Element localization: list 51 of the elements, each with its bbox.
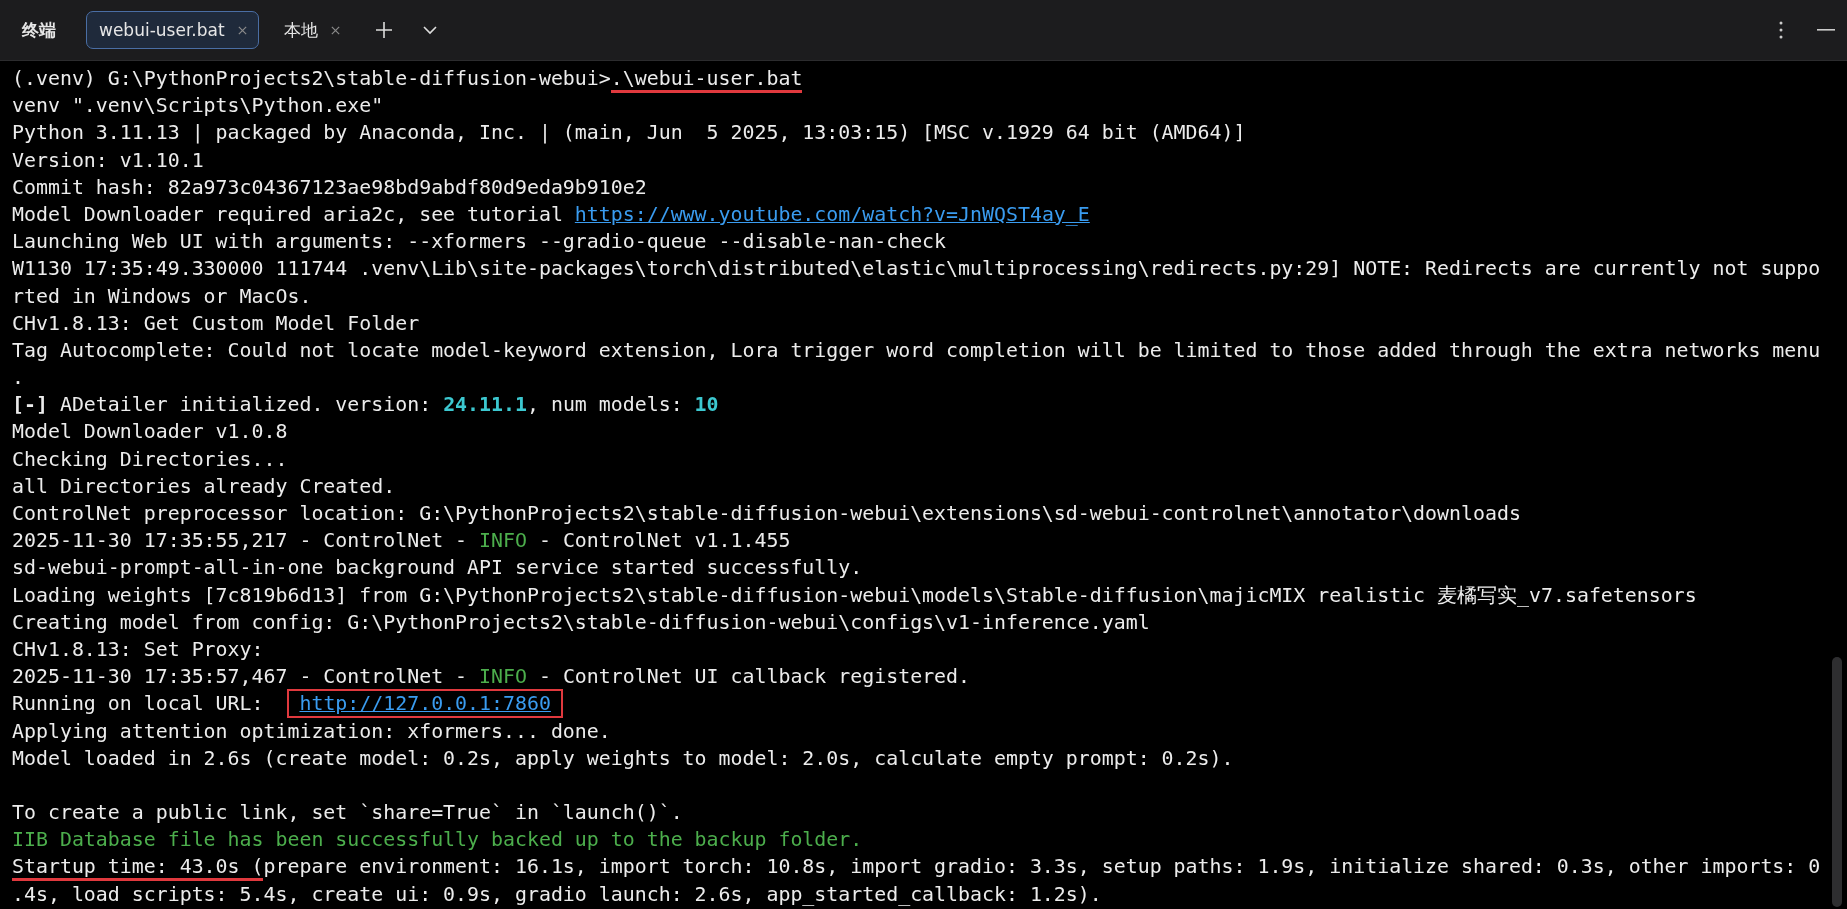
- output-text: (.venv) G:\PythonProjects2\stable-diffusion-webui>: [12, 67, 611, 90]
- output-text: - ControlNet UI callback registered.: [537, 665, 971, 689]
- output-text: CHv1.8.13: Set Proxy:: [12, 637, 264, 661]
- output-text: 10: [694, 393, 719, 417]
- close-icon[interactable]: [236, 24, 248, 36]
- output-text: CHv1.8.13: Get Custom Model Folder: [12, 311, 420, 335]
- output-text: Loading weights [7c819b6d13] from G:\PythonProjects2\stable-diffusion-webui\models\Stable-diffusion\majicMIX realistic 麦橘写实_v7.safetensors: [12, 583, 1697, 607]
- output-text: prepare environment: 16.1s, import torch: 10.8s, import gradio: 3.3s, setup paths: 1.9s, initialize shared: 0.3s, other imports: 0: [263, 855, 1821, 879]
- output-text: .\webui-user.bat: [610, 67, 803, 93]
- output-text: INFO: [479, 665, 527, 689]
- output-text: Launching Web UI with arguments: --xformers --gradio-queue --disable-nan-check: [12, 230, 947, 254]
- output-text: 2025-11-30 17:35:57,467 - ControlNet -: [12, 665, 469, 689]
- output-text: ADetailer initialized. version:: [58, 393, 433, 417]
- output-text: Tag Autocomplete: Could not locate model-keyword extension, Lora trigger word completion will be limited to those added through the extra networks menu: [12, 338, 1821, 362]
- output-text: venv ".venv\Scripts\Python.exe": [12, 94, 384, 118]
- plus-icon[interactable]: [373, 20, 394, 40]
- output-text: .: [12, 366, 24, 390]
- scrollbar-thumb[interactable]: [1832, 657, 1842, 907]
- output-text: ControlNet preprocessor location: G:\PythonProjects2\stable-diffusion-webui\extensions\sd-webui-controlnet\annotator\downloads: [12, 502, 1521, 525]
- output-text: To create a public link, set `share=True` in `launch()`.: [12, 801, 683, 825]
- output-text: Running on local URL:: [12, 692, 265, 716]
- terminal-tab[interactable]: 本地: [270, 11, 352, 49]
- more-options-icon[interactable]: [1779, 21, 1783, 39]
- output-text: Python 3.11.13 | packaged by Anaconda, Inc. | (main, Jun 5 2025, 13:03:15) [MSC v.1929 64 bit (AMD64)]: [12, 121, 1246, 145]
- output-text: - ControlNet v1.1.455: [537, 529, 791, 553]
- output-text: [-]: [12, 393, 48, 417]
- output-text: Creating model from config: G:\PythonProjects2\stable-diffusion-webui\configs\v1-inference.yaml: [12, 610, 1150, 634]
- output-text: Commit hash: 82a973c04367123ae98bd9abdf80d9eda9b910e2: [12, 175, 647, 199]
- url-link[interactable]: https://www.youtube.com/watch?v=JnWQST4ay_E: [574, 202, 1090, 226]
- output-text: IIB Database file has been successfully backed up to the backup folder.: [12, 828, 863, 852]
- output-text: rted in Windows or MacOs.: [12, 284, 312, 308]
- url-link[interactable]: http://127.0.0.1:7860: [299, 692, 551, 716]
- output-text: sd-webui-prompt-all-in-one background API service started successfully.: [12, 556, 863, 580]
- chevron-down-icon[interactable]: [421, 25, 438, 35]
- output-text: Startup time: 43.0s (: [12, 855, 264, 882]
- output-text: 24.11.1: [443, 393, 527, 417]
- terminal-tab[interactable]: webui-user.bat: [86, 11, 259, 49]
- output-text: , num models:: [526, 393, 684, 417]
- output-text: Version: v1.10.1: [12, 148, 204, 172]
- output-text: W1130 17:35:49.330000 111744 .venv\Lib\site-packages\torch\distributed\elastic\multiprocessing\redirects.py:29] NOTE: Redirects are currently not suppo: [12, 257, 1821, 281]
- output-text: Model Downloader required aria2c, see tutorial: [12, 202, 564, 226]
- output-text: all Directories already Created.: [12, 474, 396, 498]
- output-text: INFO: [479, 529, 527, 553]
- close-icon[interactable]: [329, 24, 341, 36]
- output-text: 2025-11-30 17:35:55,217 - ControlNet -: [12, 529, 469, 553]
- output-text: Applying attention optimization: xformers... done.: [12, 719, 611, 743]
- output-text: Checking Directories...: [12, 447, 288, 471]
- output-text: Model Downloader v1.0.8: [12, 420, 288, 444]
- output-text: Model loaded in 2.6s (create model: 0.2s, apply weights to model: 2.0s, calculate empty prompt: 0.2s).: [12, 746, 1234, 770]
- window-title: 终端: [22, 18, 56, 42]
- output-text: .4s, load scripts: 5.4s, create ui: 0.9s, gradio launch: 2.6s, app_started_callback: 1.2s).: [12, 882, 1102, 906]
